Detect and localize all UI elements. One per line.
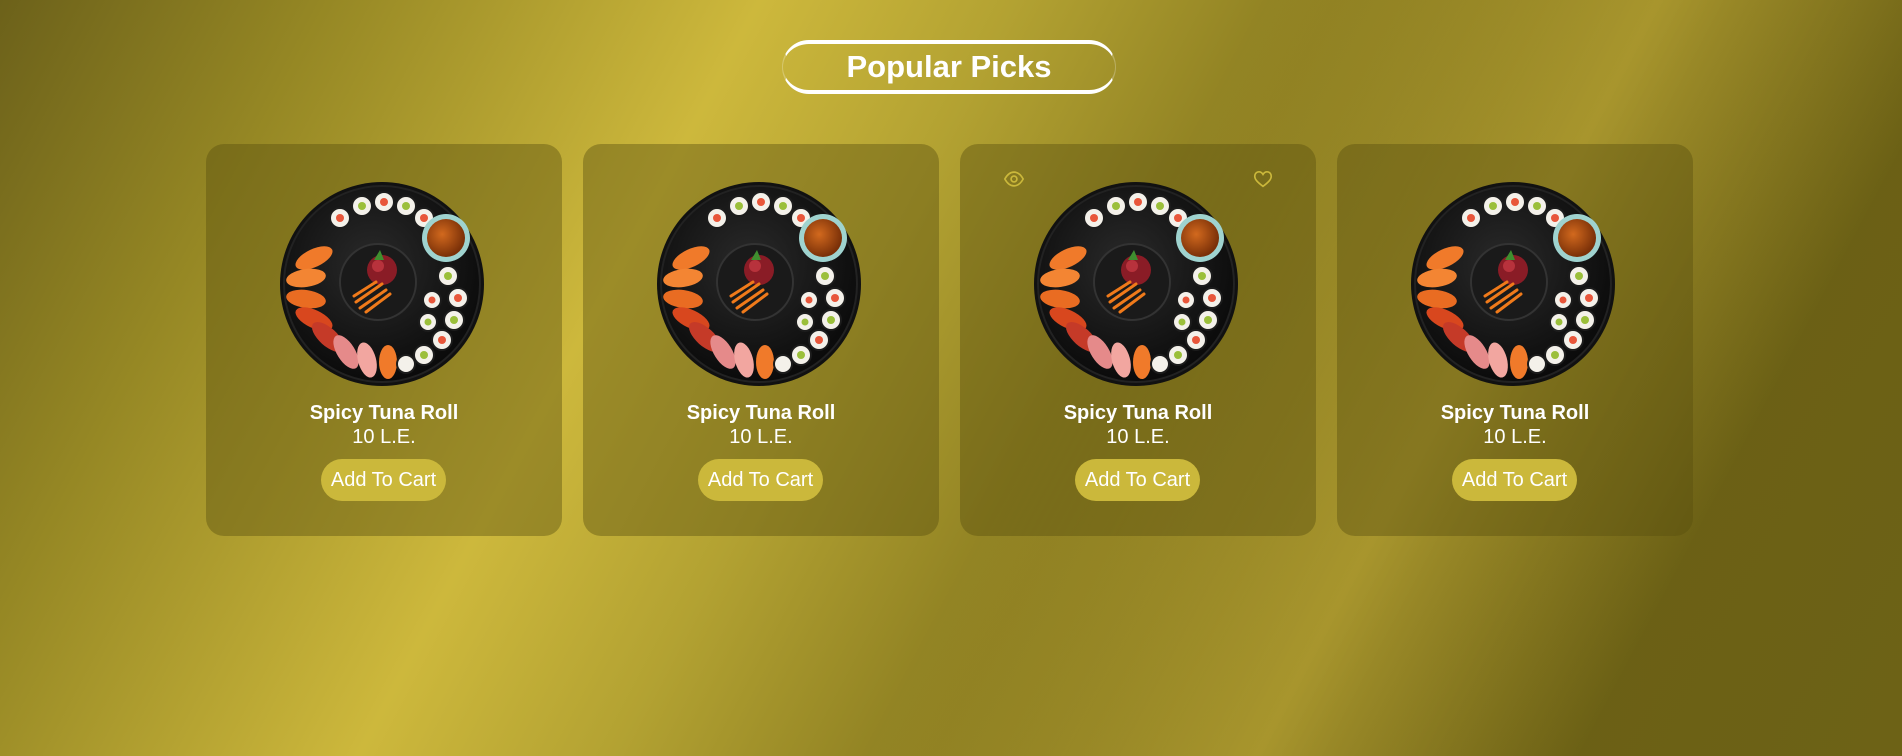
product-card[interactable]: Spicy Tuna Roll 10 L.E. Add To Cart: [960, 144, 1316, 536]
product-grid: Spicy Tuna Roll 10 L.E. Add To Cart Spic…: [206, 144, 1693, 536]
product-price: 10 L.E.: [352, 426, 416, 448]
product-price: 10 L.E.: [1106, 426, 1170, 448]
product-image[interactable]: [278, 180, 486, 388]
product-card[interactable]: Spicy Tuna Roll 10 L.E. Add To Cart: [1337, 144, 1693, 536]
section-title-text: Popular Picks: [846, 49, 1052, 84]
product-name: Spicy Tuna Roll: [309, 402, 459, 424]
product-card[interactable]: Spicy Tuna Roll 10 L.E. Add To Cart: [583, 144, 939, 536]
eye-icon[interactable]: [1003, 168, 1025, 190]
product-name: Spicy Tuna Roll: [1063, 402, 1213, 424]
product-price: 10 L.E.: [729, 426, 793, 448]
section-title: Popular Picks: [782, 40, 1116, 94]
add-to-cart-button[interactable]: Add To Cart: [321, 459, 446, 501]
product-image[interactable]: [1032, 180, 1240, 388]
add-to-cart-button[interactable]: Add To Cart: [1452, 459, 1577, 501]
product-image[interactable]: [655, 180, 863, 388]
add-to-cart-button[interactable]: Add To Cart: [1075, 459, 1200, 501]
product-card[interactable]: Spicy Tuna Roll 10 L.E. Add To Cart: [206, 144, 562, 536]
product-image[interactable]: [1409, 180, 1617, 388]
product-name: Spicy Tuna Roll: [1440, 402, 1590, 424]
add-to-cart-button[interactable]: Add To Cart: [698, 459, 823, 501]
heart-icon[interactable]: [1252, 168, 1274, 190]
product-name: Spicy Tuna Roll: [686, 402, 836, 424]
product-price: 10 L.E.: [1483, 426, 1547, 448]
